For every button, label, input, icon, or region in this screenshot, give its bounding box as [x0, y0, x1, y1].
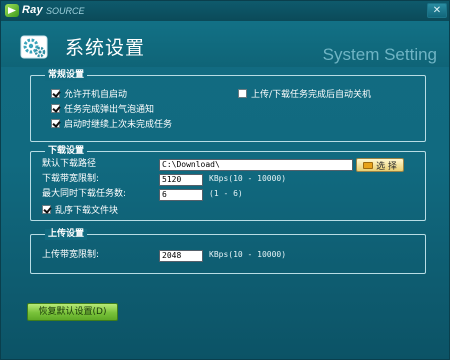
folder-icon — [363, 161, 374, 169]
download-speed-label: 下载带宽限制: — [42, 174, 100, 184]
resume-tasks-label: 启动时继续上次未完成任务 — [64, 119, 173, 130]
upload-speed-label: 上传带宽限制: — [42, 250, 100, 260]
download-speed-input[interactable]: 5120 — [159, 174, 203, 186]
browse-button[interactable]: 选 择 — [356, 158, 404, 172]
resume-tasks-check-box[interactable] — [51, 118, 60, 128]
autostart-label: 允许开机自启动 — [64, 89, 128, 100]
auto-shutdown-check-box[interactable] — [238, 88, 247, 98]
restore-defaults-button[interactable]: 恢复默认设置(D) — [27, 303, 118, 321]
max-tasks-label: 最大同时下载任务数: — [42, 189, 127, 199]
random-blocks-label: 乱序下载文件块 — [55, 205, 119, 216]
title-bar[interactable]: Ray SOURCE ✕ — [1, 1, 449, 21]
upload-settings-legend: 上传设置 — [45, 229, 88, 240]
random-blocks-check-box[interactable] — [42, 204, 51, 214]
autostart-checkbox[interactable]: 允许开机自启动 — [51, 87, 128, 100]
download-settings-legend: 下载设置 — [45, 146, 88, 157]
raysource-logo-icon — [5, 4, 19, 17]
notify-bubble-checkbox[interactable]: 任务完成弹出气泡通知 — [51, 102, 155, 115]
max-tasks-hint: (1 - 6) — [209, 189, 243, 198]
autostart-check-box[interactable] — [51, 88, 60, 98]
browse-label: 选 择 — [376, 161, 397, 172]
app-logo-text: Ray — [22, 4, 43, 16]
download-path-label: 默认下载路径 — [42, 159, 97, 169]
close-icon: ✕ — [432, 5, 442, 16]
general-settings-legend: 常规设置 — [45, 70, 88, 81]
page-header: 系统设置 System Setting — [1, 21, 449, 67]
resume-tasks-checkbox[interactable]: 启动时继续上次未完成任务 — [51, 117, 173, 130]
page-title: 系统设置 — [65, 37, 146, 59]
download-path-input[interactable]: C:\Download\ — [159, 159, 353, 171]
notify-bubble-check-box[interactable] — [51, 103, 60, 113]
close-button[interactable]: ✕ — [427, 3, 447, 18]
download-speed-hint: KBps(10 - 10000) — [209, 174, 287, 183]
settings-window: Ray SOURCE ✕ 系统设置 System Setting 常规设置 允许… — [0, 0, 450, 360]
max-tasks-input[interactable]: 6 — [159, 189, 203, 201]
gears-icon — [20, 35, 48, 59]
upload-speed-input[interactable]: 2048 — [159, 250, 203, 262]
upload-speed-hint: KBps(10 - 10000) — [209, 250, 287, 259]
notify-bubble-label: 任务完成弹出气泡通知 — [64, 104, 155, 115]
auto-shutdown-checkbox[interactable]: 上传/下载任务完成后自动关机 — [238, 87, 372, 100]
page-subtitle: System Setting — [322, 45, 437, 64]
auto-shutdown-label: 上传/下载任务完成后自动关机 — [251, 89, 372, 100]
app-logo-subtext: SOURCE — [46, 6, 85, 16]
random-blocks-checkbox[interactable]: 乱序下载文件块 — [42, 203, 119, 216]
